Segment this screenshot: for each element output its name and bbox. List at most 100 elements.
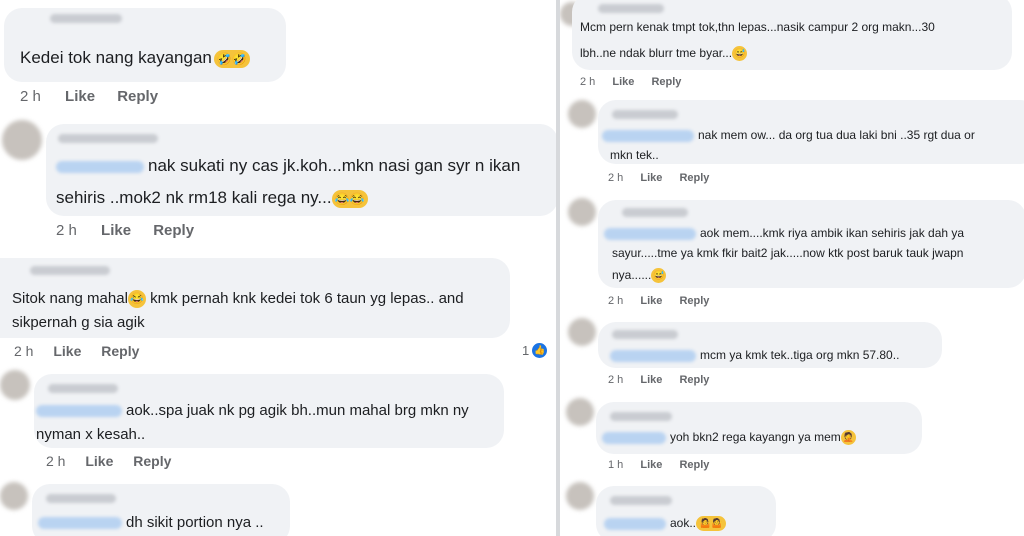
reply-button[interactable]: Reply <box>101 343 139 359</box>
like-button[interactable]: Like <box>640 172 662 184</box>
reply-button[interactable]: Reply <box>651 76 681 88</box>
thumbs-up-icon: 👍 <box>532 343 548 358</box>
comment-text-line-3: nya...... <box>612 268 652 282</box>
comment-text-line-2: sikpernah g sia agik <box>12 314 145 331</box>
laughing-emoji-icon: 😂 <box>127 290 146 309</box>
comment-bubble: Kedei tok nang kayangan 🤣🤣 <box>4 8 286 82</box>
comment-actions: 2 h Like Reply <box>56 222 194 239</box>
mention-tag-blurred[interactable] <box>610 349 696 362</box>
shrug-emoji-icon: 🤷🤷 <box>696 516 727 532</box>
avatar <box>566 482 594 510</box>
reaction-count[interactable]: 1 👍 <box>522 343 548 358</box>
comment-text-line-2: mkn tek.. <box>610 148 659 162</box>
commenter-name-blurred <box>58 134 158 143</box>
like-button[interactable]: Like <box>612 76 634 88</box>
commenter-name-blurred <box>610 412 672 421</box>
mention-tag-blurred[interactable] <box>602 129 694 142</box>
commenter-name-blurred <box>610 496 672 505</box>
like-button[interactable]: Like <box>65 88 95 105</box>
comment-text: dh sikit portion nya .. <box>126 514 264 531</box>
avatar <box>568 100 596 128</box>
like-button[interactable]: Like <box>640 374 662 386</box>
comment-bubble: Mcm pern kenak tmpt tok,thn lepas...nasi… <box>572 0 1012 70</box>
facepalm-emoji-icon: 🤦 <box>840 430 856 446</box>
comment-actions: 2 h Like Reply <box>46 453 171 469</box>
comment-text-line-1: nak sukati ny cas jk.koh...mkn nasi gan … <box>148 156 521 175</box>
commenter-name-blurred <box>612 330 678 339</box>
reply-button[interactable]: Reply <box>117 88 158 105</box>
commenter-name-blurred <box>46 494 116 503</box>
comment-text-line-2: lbh..ne ndak blurr tme byar... <box>580 46 733 60</box>
reply-button[interactable]: Reply <box>679 172 709 184</box>
comment-time: 2 h <box>14 343 34 359</box>
commenter-name-blurred <box>612 110 678 119</box>
comment-actions: 2 h Like Reply <box>580 76 681 88</box>
comment-time: 2 h <box>608 172 624 184</box>
comment-text-line-1: aok..spa juak nk pg agik bh..mun mahal b… <box>126 402 469 419</box>
laughing-emoji-icon: 😂😂 <box>331 189 368 208</box>
comment-text: aok.. <box>670 516 697 530</box>
avatar <box>0 482 28 510</box>
avatar <box>0 370 30 400</box>
reply-button[interactable]: Reply <box>679 295 709 307</box>
like-button[interactable]: Like <box>101 222 131 239</box>
like-button[interactable]: Like <box>640 295 662 307</box>
comment-time: 2 h <box>20 88 41 105</box>
mention-tag-blurred[interactable] <box>36 405 122 418</box>
reply-button[interactable]: Reply <box>679 374 709 386</box>
comment-time: 2 h <box>580 76 596 88</box>
like-button[interactable]: Like <box>640 459 662 471</box>
reply-button[interactable]: Reply <box>133 453 171 469</box>
comment-actions: 2 h Like Reply <box>608 295 709 307</box>
mention-tag-blurred[interactable] <box>604 517 666 530</box>
left-screenshot-panel: Kedei tok nang kayangan 🤣🤣 2 h Like Reply… <box>0 0 556 536</box>
reaction-count-number: 1 <box>522 343 530 358</box>
comment-text: yoh bkn2 rega kayangn ya mem <box>670 430 841 444</box>
sweat-smile-emoji-icon: 😅 <box>732 46 748 62</box>
comment-time: 2 h <box>608 374 624 386</box>
avatar <box>568 198 596 226</box>
comment-text-line-1: aok mem....kmk riya ambik ikan sehiris j… <box>700 226 965 240</box>
comment-bubble: nak sukati ny cas jk.koh...mkn nasi gan … <box>46 124 556 216</box>
mention-tag-blurred[interactable] <box>602 431 666 444</box>
comment-time: 2 h <box>56 222 77 239</box>
like-button[interactable]: Like <box>53 343 81 359</box>
comment-time: 1 h <box>608 459 624 471</box>
comment-bubble: nak mem ow... da org tua dua laki bni ..… <box>598 100 1024 164</box>
mention-tag-blurred[interactable] <box>604 227 696 240</box>
rofl-emoji-icon: 🤣🤣 <box>213 49 250 68</box>
avatar <box>2 120 42 160</box>
reply-button[interactable]: Reply <box>679 459 709 471</box>
comment-actions: 1 h Like Reply <box>608 459 709 471</box>
comment-time: 2 h <box>46 453 66 469</box>
comment-text-line-1b: kmk pernah knk kedei tok 6 taun yg lepas… <box>145 290 464 307</box>
comment-bubble: dh sikit portion nya .. <box>32 484 290 536</box>
commenter-name-blurred <box>598 4 664 13</box>
comment-text-line-1a: Sitok nang mahal <box>12 290 128 307</box>
comment-actions: 2 h Like Reply <box>608 172 709 184</box>
comment-bubble: mcm ya kmk tek..tiga org mkn 57.80.. <box>598 322 942 368</box>
sweat-smile-emoji-icon: 😅 <box>651 268 667 284</box>
comment-text-line-2: nyman x kesah.. <box>36 426 146 443</box>
comment-text: Kedei tok nang kayangan <box>20 48 212 67</box>
comment-text-line-2: sayur.....tme ya kmk fkir bait2 jak.....… <box>612 246 964 260</box>
avatar <box>568 318 596 346</box>
reply-button[interactable]: Reply <box>153 222 194 239</box>
comment-text: mcm ya kmk tek..tiga org mkn 57.80.. <box>700 348 900 362</box>
comment-bubble: aok mem....kmk riya ambik ikan sehiris j… <box>598 200 1024 288</box>
comment-time: 2 h <box>608 295 624 307</box>
mention-tag-blurred[interactable] <box>38 517 122 530</box>
right-screenshot-panel: Mcm pern kenak tmpt tok,thn lepas...nasi… <box>560 0 1024 536</box>
commenter-name-blurred <box>50 14 122 23</box>
like-button[interactable]: Like <box>85 453 113 469</box>
mention-tag-blurred[interactable] <box>56 160 144 173</box>
comment-bubble: Sitok nang mahal 😂 kmk pernah knk kedei t… <box>0 258 510 338</box>
comment-bubble: yoh bkn2 rega kayangn ya mem 🤦 <box>596 402 922 454</box>
comment-text-line-1: nak mem ow... da org tua dua laki bni ..… <box>698 128 975 142</box>
comment-actions: 2 h Like Reply <box>20 88 158 105</box>
commenter-name-blurred <box>622 208 688 217</box>
comment-bubble: aok.. 🤷🤷 <box>596 486 776 536</box>
commenter-name-blurred <box>30 266 110 275</box>
comment-text-line-1: Mcm pern kenak tmpt tok,thn lepas...nasi… <box>580 20 935 34</box>
comment-text-line-2: sehiris ..mok2 nk rm18 kali rega ny... <box>56 188 332 207</box>
